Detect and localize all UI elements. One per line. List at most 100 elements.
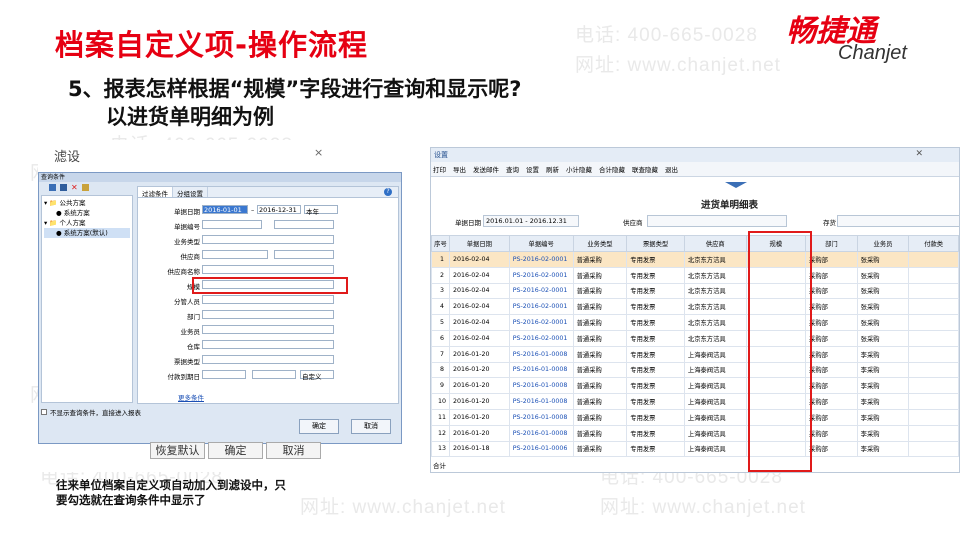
close-icon[interactable]: ✕	[915, 149, 923, 159]
table-cell: PS-2016-02-0001	[508, 266, 574, 284]
table-cell: 张采购	[856, 329, 910, 347]
collapse-toggle-icon[interactable]	[725, 182, 747, 188]
table-cell: 专用发票	[626, 329, 685, 347]
warehouse-input[interactable]	[202, 340, 334, 349]
table-row[interactable]: 9 2016-01-20 PS-2016-01-0008 普通采购 专用发票 上海泰阀洁具…	[431, 377, 959, 395]
query-button[interactable]: 查询	[506, 164, 519, 174]
column-header[interactable]: 票据类型	[626, 235, 685, 252]
cond-supplier-input[interactable]	[647, 215, 787, 227]
edit-icon[interactable]	[82, 184, 89, 191]
cond-date-input[interactable]: 2016.01.01 - 2016.12.31	[483, 215, 579, 227]
column-header[interactable]: 单据日期	[448, 235, 510, 252]
tab-filter[interactable]: 过滤条件	[138, 187, 173, 198]
table-row[interactable]: 7 2016-01-20 PS-2016-01-0008 普通采购 专用发票 上海泰阀洁具…	[431, 345, 959, 363]
table-cell: 2016-01-20	[448, 345, 510, 363]
cond-supplier-label: 供应商	[623, 219, 643, 227]
delete-icon[interactable]: ✕	[71, 184, 78, 192]
salesman-input[interactable]	[202, 325, 334, 334]
save-as-icon[interactable]	[60, 184, 67, 191]
exit-button[interactable]: 退出	[665, 164, 678, 174]
dialog-ok-button[interactable]: 确定	[208, 442, 263, 459]
dialog-cancel-button[interactable]: 取消	[266, 442, 321, 459]
filter-row: 供应商	[138, 250, 396, 261]
business-type-select[interactable]	[202, 235, 334, 244]
tree-item[interactable]: ● 系统方案(默认)	[44, 228, 130, 238]
table-row[interactable]: 10 2016-01-20 PS-2016-01-0008 普通采购 专用发票 上海泰阀洁…	[431, 393, 959, 410]
table-cell: 采购部	[805, 298, 858, 316]
table-cell: PS-2016-01-0006	[508, 440, 574, 458]
table-cell: 普通采购	[572, 361, 628, 379]
export-button[interactable]: 导出	[453, 164, 466, 174]
table-cell: 北京东方洁具	[683, 251, 747, 268]
restore-default-button[interactable]: 恢复默认	[150, 442, 205, 459]
column-header[interactable]: 业务员	[856, 235, 910, 252]
column-header[interactable]: 供应商	[683, 235, 747, 252]
table-row[interactable]: 3 2016-02-04 PS-2016-02-0001 普通采购 专用发票 北京东方洁具…	[431, 282, 959, 300]
table-cell: 4	[431, 298, 450, 316]
table-cell	[908, 377, 959, 395]
hide-subtotal-button[interactable]: 小计隐藏	[566, 164, 592, 174]
refresh-button[interactable]: 刷新	[546, 164, 559, 174]
tree-item[interactable]: ● 系统方案	[44, 208, 130, 218]
hide-link-button[interactable]: 联查隐藏	[632, 164, 658, 174]
column-header[interactable]: 单据编号	[508, 235, 574, 252]
column-header[interactable]: 部门	[805, 235, 858, 252]
highlight-scale-field	[192, 277, 348, 294]
hide-total-button[interactable]: 合计隐藏	[599, 164, 625, 174]
save-icon[interactable]	[49, 184, 56, 191]
table-cell: 2016-01-18	[448, 440, 510, 458]
table-row[interactable]: 5 2016-02-04 PS-2016-02-0001 普通采购 专用发票 北京东方洁具…	[431, 314, 959, 331]
bill-no-input[interactable]	[202, 220, 262, 229]
due-date-from-input[interactable]	[202, 370, 246, 379]
cond-stock-input[interactable]	[837, 215, 959, 227]
table-row[interactable]: 13 2016-01-18 PS-2016-01-0006 普通采购 专用发票 上海泰阀洁…	[431, 440, 959, 458]
table-cell: 2016-02-04	[448, 298, 510, 316]
date-range-select[interactable]: 本年	[304, 205, 338, 216]
table-row[interactable]: 12 2016-01-20 PS-2016-01-0008 普通采购 专用发票 上海泰阀洁…	[431, 424, 959, 442]
tab-group[interactable]: 分组设置	[173, 187, 208, 198]
table-row[interactable]: 4 2016-02-04 PS-2016-02-0001 普通采购 专用发票 北京东方洁具…	[431, 298, 959, 316]
table-row[interactable]: 2 2016-02-04 PS-2016-02-0001 普通采购 专用发票 北京东方洁具…	[431, 266, 959, 284]
column-header[interactable]: 业务类型	[572, 235, 628, 252]
table-row[interactable]: 8 2016-01-20 PS-2016-01-0008 普通采购 专用发票 上海泰阀洁具…	[431, 361, 959, 379]
tree-item[interactable]: ▾ 📁 个人方案	[44, 218, 130, 228]
table-cell: 李采购	[856, 424, 910, 442]
close-icon[interactable]: ×	[314, 146, 323, 159]
department-input[interactable]	[202, 310, 334, 319]
date-from-input[interactable]: 2016-01-01	[202, 205, 248, 214]
send-mail-button[interactable]: 发送邮件	[473, 164, 499, 174]
filter-row: 单据编号	[138, 220, 396, 231]
table-cell: 张采购	[856, 298, 910, 316]
table-row[interactable]: 6 2016-02-04 PS-2016-02-0001 普通采购 专用发票 北京东方洁具…	[431, 329, 959, 347]
table-cell: 李采购	[856, 408, 910, 426]
logo-en: Chanjet	[838, 42, 907, 64]
table-cell: 李采购	[856, 345, 910, 363]
more-conditions-link[interactable]: 更多条件	[178, 392, 204, 402]
supplier-to-input[interactable]	[274, 250, 334, 259]
table-cell: 采购部	[805, 251, 858, 268]
skip-query-checkbox[interactable]	[41, 409, 47, 415]
table-cell: 上海泰阀洁具	[683, 361, 747, 379]
table-cell: PS-2016-01-0008	[508, 345, 574, 363]
supplier-name-input[interactable]	[202, 265, 334, 274]
due-date-to-input[interactable]	[252, 370, 296, 379]
column-header[interactable]: 序号	[431, 235, 450, 252]
bill-no-to-input[interactable]	[274, 220, 334, 229]
table-row[interactable]: 11 2016-01-20 PS-2016-01-0008 普通采购 专用发票 上海泰阀洁…	[431, 408, 959, 426]
column-header[interactable]: 付款类	[908, 235, 959, 252]
print-button[interactable]: 打印	[433, 164, 446, 174]
cancel-button[interactable]: 取消	[351, 419, 391, 434]
tree-item[interactable]: ▾ 📁 公共方案	[44, 198, 130, 208]
table-cell: 北京东方洁具	[683, 314, 747, 331]
manager-input[interactable]	[202, 295, 334, 304]
settings-button[interactable]: 设置	[526, 164, 539, 174]
due-date-range-select[interactable]: 自定义	[300, 370, 334, 381]
invoice-type-select[interactable]	[202, 355, 334, 364]
supplier-input[interactable]	[202, 250, 268, 259]
table-cell: 普通采购	[572, 440, 628, 458]
table-row[interactable]: 1 2016-02-04 PS-2016-02-0001 普通采购 专用发票 北京东方洁具…	[431, 251, 959, 268]
date-to-input[interactable]: 2016-12-31	[257, 205, 301, 214]
ok-button[interactable]: 确定	[299, 419, 339, 434]
table-cell: 6	[431, 329, 450, 347]
help-icon[interactable]: ?	[384, 188, 392, 196]
